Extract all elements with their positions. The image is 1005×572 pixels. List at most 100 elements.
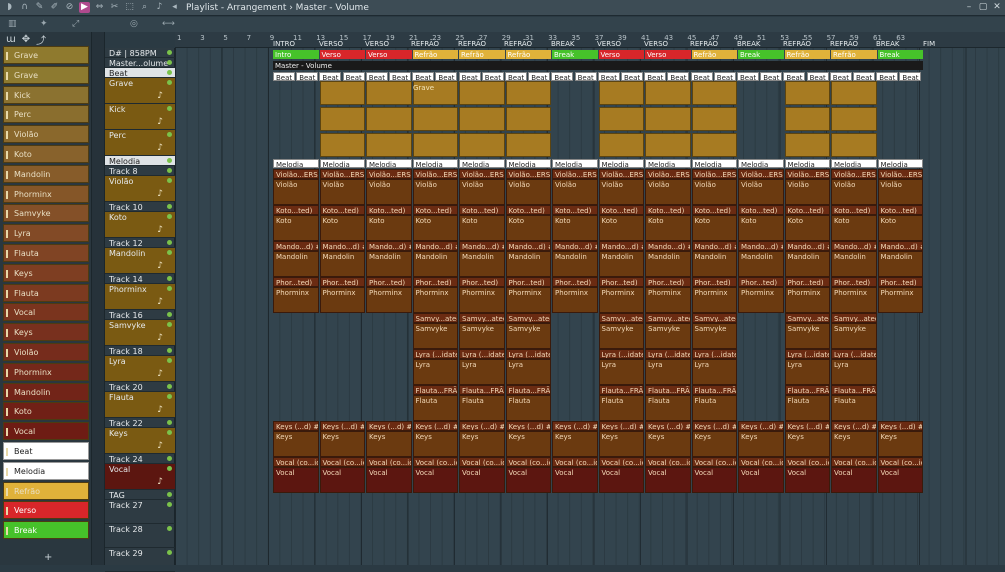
playlist-clip[interactable]: Keys (...d) #2 — [319, 421, 365, 431]
playlist-clip[interactable] — [645, 107, 691, 131]
playlist-clip[interactable]: Phor...ted) — [319, 277, 365, 287]
playlist-clip[interactable]: Lyra (...idated) — [691, 349, 737, 359]
playlist-clip[interactable]: Phorminx — [552, 287, 598, 313]
track-enable-icon[interactable] — [167, 158, 172, 163]
playlist-clip[interactable] — [412, 133, 458, 157]
playlist-clip[interactable]: Koto...ted) — [319, 205, 365, 215]
playback-icon[interactable]: ◂ — [169, 2, 180, 13]
playlist-clip[interactable]: Samvyke — [459, 323, 505, 349]
playlist-clip[interactable] — [412, 107, 458, 131]
arrangement-grid[interactable]: Intro Verso Verso Refrão Refrão Refrão Break Ve… — [175, 48, 1005, 565]
playlist-clip[interactable] — [691, 133, 737, 157]
playlist-clip[interactable]: Mandolin — [505, 251, 551, 277]
playlist-clip[interactable]: Beat — [365, 72, 388, 81]
playlist-clip[interactable]: Koto...ted) — [459, 205, 505, 215]
track-enable-icon[interactable] — [167, 492, 172, 497]
playlist-clip[interactable] — [319, 107, 365, 131]
playlist-clip[interactable]: Lyra (...idated) — [412, 349, 458, 359]
playlist-clip[interactable]: Samvyke — [412, 323, 458, 349]
playlist-clip[interactable]: Flauta...FRÃO — [784, 385, 830, 395]
track-enable-icon[interactable] — [167, 132, 172, 137]
playlist-clip[interactable]: Refrão — [459, 50, 505, 59]
track-header[interactable]: Vocal ♪ — [105, 464, 175, 490]
track-enable-icon[interactable] — [167, 358, 172, 363]
playlist-clip[interactable]: Vocal — [319, 467, 365, 493]
playlist-clip[interactable]: Mando...d) #2 — [412, 241, 458, 251]
track-enable-icon[interactable] — [167, 60, 172, 65]
playlist-clip[interactable]: Beat — [551, 72, 574, 81]
playlist-clip[interactable]: Keys (...d) #2 — [691, 421, 737, 431]
playlist-clip[interactable]: Vocal (co...id — [877, 457, 923, 467]
arrangement-marker[interactable]: REFRÃO — [783, 40, 811, 48]
playlist-clip[interactable]: Phorminx — [273, 287, 319, 313]
playlist-clip[interactable]: Keys — [738, 431, 784, 457]
track-enable-icon[interactable] — [167, 502, 172, 507]
playlist-clip[interactable]: Vocal — [877, 467, 923, 493]
track-enable-icon[interactable] — [167, 80, 172, 85]
arrangement-marker[interactable]: FIM — [923, 40, 935, 48]
playlist-clip[interactable]: Phor...ted) — [645, 277, 691, 287]
playlist-clip[interactable]: Vocal (co...id — [691, 457, 737, 467]
playlist-clip[interactable]: Violão...ERSO — [319, 169, 365, 179]
playlist-clip[interactable]: Vocal (co...id — [412, 457, 458, 467]
magnet-icon[interactable]: ∩ — [19, 2, 30, 13]
mute-icon[interactable]: ▶ — [79, 2, 90, 13]
select-icon[interactable]: ⬚ — [124, 2, 135, 13]
slip-icon[interactable]: ⇔ — [94, 2, 105, 13]
playlist-clip[interactable]: Vocal — [598, 467, 644, 493]
playlist-clip[interactable]: Phorminx — [505, 287, 551, 313]
arrangement-marker[interactable]: VERSO — [319, 40, 343, 48]
pattern-item[interactable]: Beat — [3, 442, 89, 460]
playlist-clip[interactable]: Verso — [645, 50, 691, 59]
track-enable-icon[interactable] — [167, 50, 172, 55]
arrangement-marker[interactable]: VERSO — [365, 40, 389, 48]
pattern-item[interactable]: Mandolin — [3, 164, 89, 183]
playlist-clip[interactable]: Keys (...d) #2 — [552, 421, 598, 431]
playlist-clip[interactable] — [831, 81, 877, 105]
playlist-clip[interactable]: Lyra — [505, 359, 551, 385]
slice-icon[interactable]: ✂ — [109, 2, 120, 13]
playlist-clip[interactable]: Violão — [691, 179, 737, 205]
playlist-clip[interactable]: Violão — [505, 179, 551, 205]
track-header[interactable]: Track 8 — [105, 166, 175, 176]
playlist-clip[interactable]: Phorminx — [691, 287, 737, 313]
playlist-clip[interactable]: Violão — [831, 179, 877, 205]
track-header[interactable]: Mandolin ♪ — [105, 248, 175, 274]
playlist-clip[interactable]: Violão...ERSO — [877, 169, 923, 179]
playlist-clip[interactable]: Samvy...ated — [412, 313, 458, 323]
playlist-clip[interactable]: Koto — [738, 215, 784, 241]
track-header[interactable]: Track 22 — [105, 418, 175, 428]
playlist-clip[interactable]: Mandolin — [738, 251, 784, 277]
playlist-clip[interactable] — [505, 81, 551, 105]
playlist-clip[interactable]: Mando...d) #2 — [319, 241, 365, 251]
track-header[interactable]: Perc ♪ — [105, 130, 175, 156]
playlist-clip[interactable]: Melodia — [366, 159, 412, 168]
track-enable-icon[interactable] — [167, 240, 172, 245]
playlist-clip[interactable]: Flauta...FRÃO — [598, 385, 644, 395]
playlist-clip[interactable]: Koto...ted) — [598, 205, 644, 215]
playlist-clip[interactable]: Lyra — [831, 359, 877, 385]
track-enable-icon[interactable] — [167, 384, 172, 389]
pattern-item[interactable]: Vocal — [3, 422, 89, 441]
playlist-clip[interactable]: Koto...ted) — [831, 205, 877, 215]
playlist-clip[interactable]: Keys (...d) #2 — [738, 421, 784, 431]
piano-icon[interactable]: ɯ — [6, 34, 16, 45]
playlist-clip[interactable]: Vocal — [412, 467, 458, 493]
playlist-clip[interactable]: Keys — [691, 431, 737, 457]
playlist-clip[interactable]: Melodia — [738, 159, 784, 168]
playlist-clip[interactable] — [319, 81, 365, 105]
playlist-clip[interactable]: Koto — [459, 215, 505, 241]
playlist-clip[interactable] — [598, 107, 644, 131]
playlist-clip[interactable]: Keys (...d) #2 — [598, 421, 644, 431]
playlist-clip[interactable]: Lyra (...idated) — [645, 349, 691, 359]
delete-icon[interactable]: ⊘ — [64, 2, 75, 13]
pattern-item[interactable]: Lyra — [3, 224, 89, 243]
playlist-clip[interactable]: Keys (...d) #2 — [273, 421, 319, 431]
track-header[interactable]: D# | 858PM — [105, 48, 175, 58]
track-header[interactable]: Track 10 — [105, 202, 175, 212]
playlist-clip[interactable]: Samvyke — [691, 323, 737, 349]
playlist-clip[interactable]: Vocal (co...id — [598, 457, 644, 467]
playlist-clip[interactable]: Mandolin — [412, 251, 458, 277]
minimize-icon[interactable]: – — [964, 2, 974, 12]
playlist-clip[interactable]: Vocal (co...id — [319, 457, 365, 467]
